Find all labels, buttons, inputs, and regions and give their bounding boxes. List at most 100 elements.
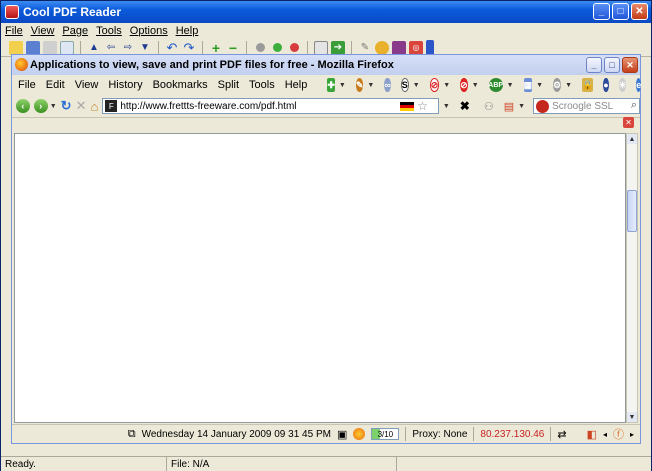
menu-help[interactable]: Help	[176, 25, 199, 37]
stop-gray-icon[interactable]	[253, 41, 267, 55]
copy-icon[interactable]	[60, 40, 74, 55]
pages-icon[interactable]: ⧉	[128, 428, 136, 441]
network-icon[interactable]: ⇄	[557, 428, 566, 441]
rotate-right-icon[interactable]: ↷	[182, 40, 196, 55]
scroll-down-icon[interactable]: ▼	[627, 412, 637, 422]
last-page-icon[interactable]: ▼	[138, 41, 152, 55]
menu-options[interactable]: Options	[130, 25, 168, 37]
rotate-left-icon[interactable]: ↶	[165, 40, 179, 55]
app-window: Cool PDF Reader _ □ ✕ File View Page Too…	[0, 0, 652, 471]
image-icon[interactable]	[314, 40, 328, 55]
wrench-icon[interactable]: ✎	[358, 41, 372, 55]
gear-icon[interactable]: ⚙	[553, 78, 562, 92]
firefox-statusbar: ⧉ Wednesday 14 January 2009 09 31 45 PM …	[12, 424, 640, 443]
print-icon[interactable]	[43, 40, 57, 55]
firefox-minimize-button[interactable]: _	[586, 57, 602, 73]
adblock-icon[interactable]: ABP	[488, 78, 503, 92]
progress-label: 3/10	[377, 429, 394, 439]
reload-icon[interactable]: ↻	[61, 98, 72, 114]
forward-icon[interactable]: ⇨	[121, 41, 135, 55]
page-content	[14, 133, 626, 423]
home-icon[interactable]: ⌂	[90, 99, 98, 114]
firefox-titlebar: Applications to view, save and print PDF…	[12, 55, 640, 75]
stop-load-icon[interactable]: ✕	[76, 98, 87, 114]
url-dropdown-icon[interactable]: ▼	[443, 103, 450, 110]
computer-icon[interactable]: ▣	[337, 428, 347, 441]
link-icon[interactable]: ∞	[384, 78, 391, 92]
menu-tools[interactable]: Tools	[96, 25, 122, 37]
addons-puzzle-icon[interactable]: ✚	[327, 78, 335, 92]
ff-menu-bookmarks[interactable]: Bookmarks	[153, 79, 208, 91]
ff-menu-tools[interactable]: Tools	[249, 79, 275, 91]
maximize-button[interactable]: □	[612, 3, 629, 20]
tab-strip	[12, 117, 640, 129]
menu-page[interactable]: Page	[62, 25, 88, 37]
export-icon[interactable]: ➔	[331, 40, 345, 55]
app-titlebar: Cool PDF Reader _ □ ✕	[1, 1, 651, 23]
arrow-left-small-icon[interactable]: ◂	[603, 430, 607, 439]
zoom-in-icon[interactable]: +	[209, 40, 223, 56]
ff-menu-history[interactable]: History	[108, 79, 142, 91]
ff-menu-view[interactable]: View	[75, 79, 99, 91]
firefox-maximize-button[interactable]: □	[604, 57, 620, 73]
globe-icon[interactable]: ●	[603, 78, 609, 92]
close-tab-button[interactable]: ✕	[623, 117, 634, 128]
scroll-thumb[interactable]	[627, 190, 637, 232]
ff-menu-help[interactable]: Help	[285, 79, 308, 91]
bookmark-star-icon[interactable]: ☆	[417, 99, 428, 113]
url-bar[interactable]: F http://www.frettts-freeware.com/pdf.ht…	[102, 98, 439, 114]
menu-view[interactable]: View	[31, 25, 55, 37]
open-icon[interactable]	[9, 40, 23, 55]
pdf-download-icon[interactable]: ▤	[504, 100, 514, 113]
firefox-close-button[interactable]: ✕	[622, 57, 638, 73]
block-script-icon[interactable]: ⊘	[429, 78, 440, 92]
firefox-small-icon[interactable]	[353, 428, 366, 440]
firefox-menubar: File Edit View History Bookmarks Split T…	[18, 78, 642, 92]
foxy-icon[interactable]: ⓕ	[613, 426, 624, 442]
app-title: Cool PDF Reader	[23, 5, 122, 19]
history-dropdown-icon[interactable]: ▼	[50, 103, 57, 110]
loading-icon: ✳	[618, 78, 627, 92]
back-button[interactable]: ‹	[16, 99, 30, 113]
back-icon[interactable]: ⇦	[104, 41, 118, 55]
arrow-right-small-icon[interactable]: ▸	[630, 430, 634, 439]
ff-menu-file[interactable]: File	[18, 79, 36, 91]
record-red-icon[interactable]	[287, 41, 301, 55]
proxy-status[interactable]: Proxy: None	[412, 429, 467, 440]
save-icon[interactable]	[26, 40, 40, 55]
pdf-icon[interactable]: ◎	[409, 40, 423, 55]
lock-icon[interactable]: 🔒	[582, 78, 594, 92]
search-placeholder: Scroogle SSL	[552, 100, 614, 112]
firefox-navbar: ‹ › ▼ ↻ ✕ ⌂ F http://www.frettts-freewar…	[12, 95, 640, 117]
play-green-icon[interactable]	[270, 41, 284, 55]
search-icon[interactable]: ⌕	[631, 99, 637, 112]
stop-icon[interactable]: ⊘	[460, 78, 468, 92]
book-icon[interactable]	[392, 40, 406, 55]
ip-address: 80.237.130.46	[480, 428, 545, 440]
scroll-up-icon[interactable]: ▲	[627, 134, 637, 144]
windows-icon[interactable]: ◧	[587, 428, 597, 441]
zoom-out-icon[interactable]: −	[226, 40, 240, 56]
ie-icon[interactable]: e	[636, 78, 642, 92]
app-icon	[5, 5, 19, 19]
menu-file[interactable]: File	[5, 25, 23, 37]
shield-icon[interactable]	[375, 40, 389, 55]
vertical-scrollbar[interactable]: ▲ ▼	[626, 133, 638, 423]
firefox-title: Applications to view, save and print PDF…	[30, 59, 394, 71]
minimize-button[interactable]: _	[593, 3, 610, 20]
status-file: File: N/A	[167, 457, 397, 471]
app-statusbar: Ready. File: N/A	[1, 456, 651, 471]
multi-icon[interactable]: ▦	[523, 78, 533, 92]
search-engine-icon[interactable]	[536, 99, 550, 113]
s-icon[interactable]: S	[400, 78, 409, 92]
people-icon[interactable]: ⚇	[484, 100, 494, 113]
first-page-icon[interactable]: ▲	[87, 41, 101, 55]
paint-icon[interactable]: ✎	[355, 78, 364, 92]
ff-menu-edit[interactable]: Edit	[46, 79, 65, 91]
ff-menu-split[interactable]: Split	[218, 79, 239, 91]
forward-button[interactable]: ›	[33, 99, 48, 113]
firefox-window: Applications to view, save and print PDF…	[11, 54, 642, 444]
cross-tool-icon[interactable]: ✖	[460, 99, 470, 113]
search-box[interactable]: Scroogle SSL ⌕	[533, 98, 640, 114]
close-button[interactable]: ✕	[631, 3, 648, 20]
